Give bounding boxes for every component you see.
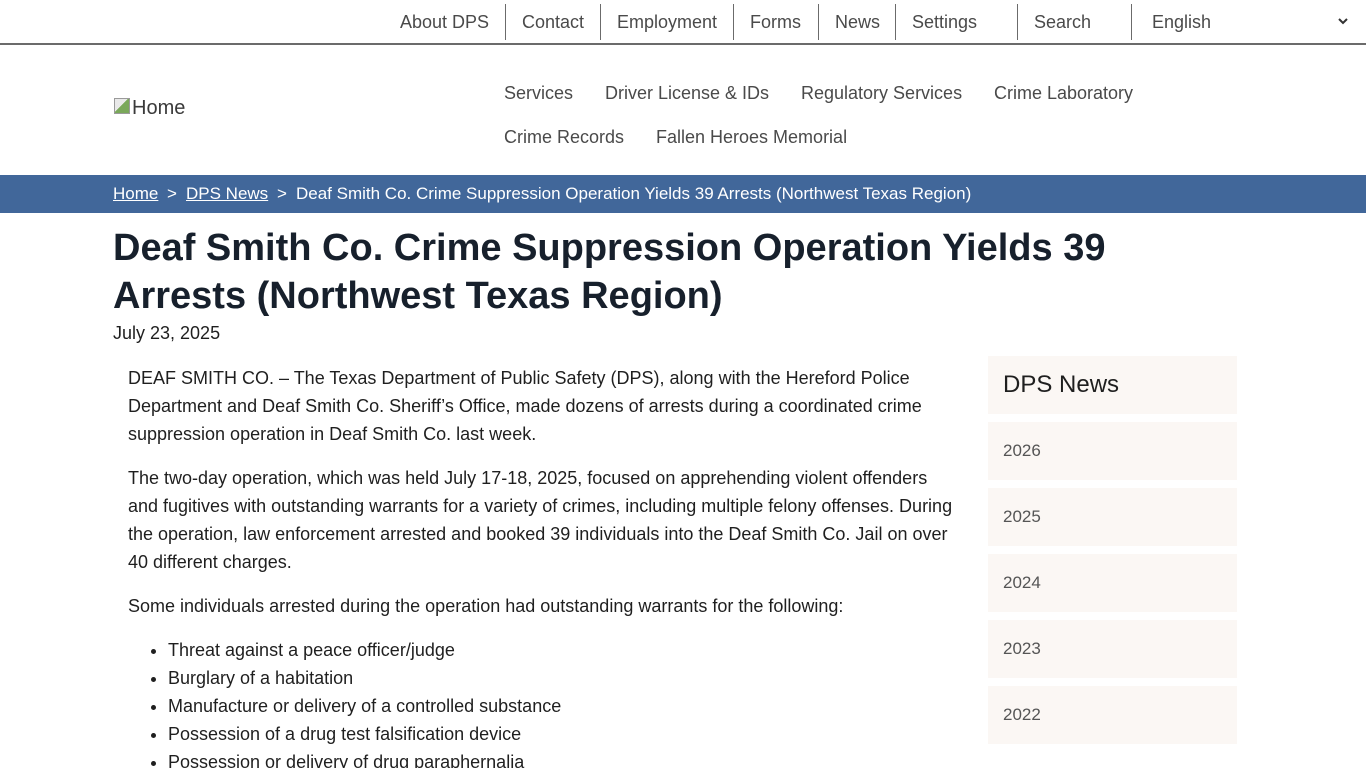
article-body: DEAF SMITH CO. – The Texas Department of… <box>128 364 958 768</box>
utility-divider <box>733 4 734 40</box>
utility-link-news[interactable]: News <box>835 4 880 40</box>
nav-item-driver-license[interactable]: Driver License & IDs <box>605 82 769 104</box>
utility-link-forms[interactable]: Forms <box>750 4 801 40</box>
nav-item-crime-records[interactable]: Crime Records <box>504 126 624 148</box>
utility-divider <box>1131 4 1132 40</box>
utility-bar: About DPS Contact Employment Forms News … <box>0 0 1366 45</box>
utility-search-button[interactable]: Search <box>1034 4 1091 40</box>
breadcrumb-separator: > <box>277 184 287 203</box>
sidebar-item-2023[interactable]: 2023 <box>988 620 1237 678</box>
utility-link-employment[interactable]: Employment <box>617 4 717 40</box>
article-paragraph: Some individuals arrested during the ope… <box>128 596 844 616</box>
utility-divider <box>1017 4 1018 40</box>
list-item: Possession of a drug test falsification … <box>168 720 958 748</box>
sidebar-item-2026[interactable]: 2026 <box>988 422 1237 480</box>
language-select[interactable]: English <box>1152 4 1211 40</box>
logo-alt-text: Home <box>132 97 186 119</box>
publish-date: July 23, 2025 <box>113 323 221 343</box>
list-item: Burglary of a habitation <box>168 664 958 692</box>
page-title: Deaf Smith Co. Crime Suppression Operati… <box>113 227 1106 317</box>
breadcrumb: Home > DPS News > Deaf Smith Co. Crime S… <box>0 175 1366 213</box>
article-paragraph: DEAF SMITH CO. – The Texas Department of… <box>128 368 922 444</box>
utility-link-about-dps[interactable]: About DPS <box>400 4 489 40</box>
list-item: Possession or delivery of drug paraphern… <box>168 748 958 768</box>
nav-item-fallen-heroes[interactable]: Fallen Heroes Memorial <box>656 126 847 148</box>
breadcrumb-dps-news-link[interactable]: DPS News <box>186 184 268 204</box>
news-sidebar: DPS News 2026 2025 2024 2023 2022 <box>988 356 1237 752</box>
utility-divider <box>505 4 506 40</box>
article-paragraph: The two-day operation, which was held Ju… <box>128 468 953 572</box>
nav-item-crime-laboratory[interactable]: Crime Laboratory <box>994 82 1133 104</box>
utility-link-contact[interactable]: Contact <box>522 4 584 40</box>
utility-divider <box>818 4 819 40</box>
home-logo-link[interactable]: Home <box>114 97 185 120</box>
breadcrumb-home-link[interactable]: Home <box>113 184 158 204</box>
utility-settings-button[interactable]: Settings <box>912 4 977 40</box>
warrant-list: Threat against a peace officer/judge Bur… <box>168 636 958 768</box>
sidebar-item-2025[interactable]: 2025 <box>988 488 1237 546</box>
breadcrumb-separator: > <box>167 184 177 203</box>
utility-divider <box>600 4 601 40</box>
list-item: Threat against a peace officer/judge <box>168 636 958 664</box>
chevron-down-icon[interactable] <box>1337 14 1349 28</box>
sidebar-item-2024[interactable]: 2024 <box>988 554 1237 612</box>
sidebar-item-2022[interactable]: 2022 <box>988 686 1237 744</box>
list-item: Manufacture or delivery of a controlled … <box>168 692 958 720</box>
breadcrumb-current: Deaf Smith Co. Crime Suppression Operati… <box>296 184 972 203</box>
sidebar-heading: DPS News <box>988 356 1237 414</box>
nav-item-services[interactable]: Services <box>504 82 573 104</box>
broken-image-icon <box>114 98 130 114</box>
utility-divider <box>895 4 896 40</box>
nav-item-regulatory-services[interactable]: Regulatory Services <box>801 82 962 104</box>
